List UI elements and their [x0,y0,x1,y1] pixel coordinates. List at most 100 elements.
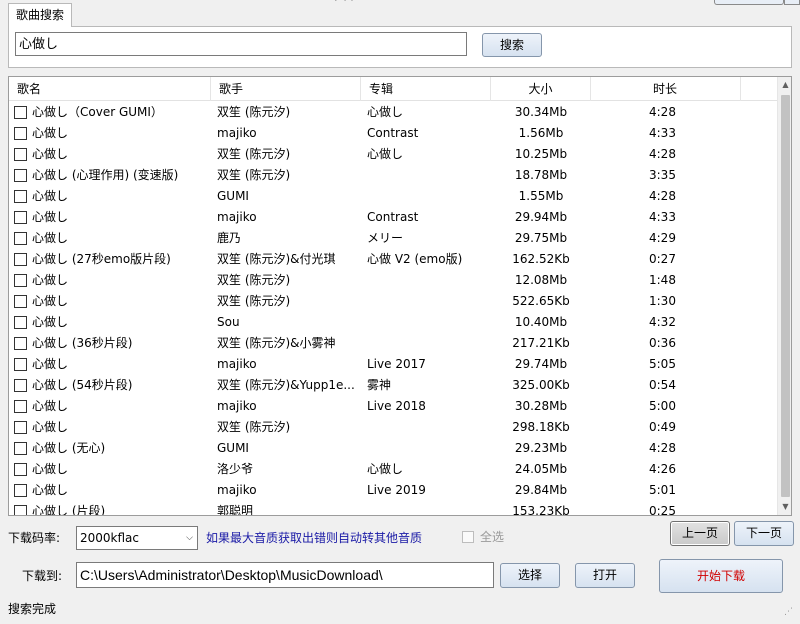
browse-folder-button[interactable]: 选择 [500,563,560,588]
table-row[interactable]: 心做し majiko Contrast 1.56Mb 4:33 [9,123,777,144]
scroll-down-arrow-icon[interactable]: ▼ [778,499,791,515]
column-header-size[interactable]: 大小 [491,77,591,101]
cell-duration: 1:48 [649,273,676,287]
row-checkbox[interactable] [14,127,27,140]
cell-album: Live 2019 [367,483,426,497]
table-row[interactable]: 心做し majiko Live 2017 29.74Mb 5:05 [9,354,777,375]
cell-duration: 0:25 [649,504,676,516]
cell-album: 心做し [367,105,404,119]
column-header-title[interactable]: 歌名 [9,77,211,101]
cell-title: 心做し [32,357,69,371]
cell-artist: 双笙 (陈元汐) [217,168,291,182]
row-checkbox[interactable] [14,253,27,266]
download-path-input[interactable]: C:\Users\Administrator\Desktop\MusicDown… [76,562,494,588]
table-row[interactable]: 心做し（Cover GUMI） 双笙 (陈元汐) 心做し 30.34Mb 4:28 [9,102,777,123]
table-row[interactable]: 心做し (54秒片段) 双笙 (陈元汐)&Yupp1e... 雾神 325.00Kb 0… [9,375,777,396]
tab-song-search[interactable]: 歌曲搜索 [8,3,72,27]
cell-album: メリー [367,231,404,245]
cell-size: 217.21Kb [512,336,570,350]
cell-title: 心做し [32,231,69,245]
table-row[interactable]: 心做し 双笙 (陈元汐) 心做し 10.25Mb 4:28 [9,144,777,165]
window-minimize-button-fragment[interactable] [714,0,784,5]
row-checkbox[interactable] [14,211,27,224]
bitrate-select[interactable]: 2000kflac ⌵ [76,526,198,550]
row-checkbox[interactable] [14,379,27,392]
row-checkbox[interactable] [14,337,27,350]
table-row[interactable]: 心做し (心理作用) (变速版) 双笙 (陈元汐) 18.78Mb 3:35 [9,165,777,186]
resize-grip-icon[interactable]: ⋰ [784,606,796,618]
table-row[interactable]: 心做し (36秒片段) 双笙 (陈元汐)&小雾神 217.21Kb 0:36 [9,333,777,354]
search-button[interactable]: 搜索 [482,33,542,57]
cell-artist: majiko [217,399,257,413]
cell-artist: majiko [217,483,257,497]
table-row[interactable]: 心做し Sou 10.40Mb 4:32 [9,312,777,333]
cell-album [367,312,491,333]
row-checkbox[interactable] [14,106,27,119]
row-checkbox[interactable] [14,400,27,413]
cell-album [367,270,491,291]
table-row[interactable]: 心做し (无心) GUMI 29.23Mb 4:28 [9,438,777,459]
cell-size: 1.56Mb [518,126,564,140]
table-row[interactable]: 心做し (片段) 郭聪明 153.23Kb 0:25 [9,501,777,516]
cell-duration: 0:27 [649,252,676,266]
cell-title: 心做し [32,273,69,287]
row-checkbox[interactable] [14,295,27,308]
cell-size: 29.84Mb [514,483,568,497]
results-list[interactable]: 歌名 歌手 专辑 大小 时长 心做し（Cover GUMI） 双笙 (陈元汐) 心做… [8,76,792,516]
table-row[interactable]: 心做し 双笙 (陈元汐) 298.18Kb 0:49 [9,417,777,438]
cell-artist: 双笙 (陈元汐)&Yupp1e... [217,378,355,392]
row-checkbox[interactable] [14,148,27,161]
vertical-scrollbar[interactable]: ▲ ▼ [777,77,791,515]
column-header-album[interactable]: 专辑 [361,77,491,101]
table-row[interactable]: 心做し 洛少爷 心做し 24.05Mb 4:26 [9,459,777,480]
cell-artist: 双笙 (陈元汐) [217,273,291,287]
row-checkbox[interactable] [14,316,27,329]
scrollbar-thumb[interactable] [781,95,790,497]
row-checkbox[interactable] [14,421,27,434]
select-all-label: 全选 [480,530,505,544]
cell-duration: 4:28 [649,189,676,203]
row-checkbox[interactable] [14,463,27,476]
next-page-button[interactable]: 下一页 [734,521,794,546]
table-row[interactable]: 心做し 鹿乃 メリー 29.75Mb 4:29 [9,228,777,249]
row-checkbox[interactable] [14,190,27,203]
cell-size: 24.05Mb [514,462,568,476]
prev-page-button[interactable]: 上一页 [670,521,730,546]
scroll-up-arrow-icon[interactable]: ▲ [778,77,791,93]
cell-size: 29.74Mb [514,357,568,371]
table-row[interactable]: 心做し majiko Live 2019 29.84Mb 5:01 [9,480,777,501]
cell-size: 298.18Kb [512,420,570,434]
row-checkbox[interactable] [14,232,27,245]
table-row[interactable]: 心做し majiko Contrast 29.94Mb 4:33 [9,207,777,228]
select-all-checkbox[interactable] [462,531,474,543]
cell-size: 10.25Mb [514,147,568,161]
open-folder-button[interactable]: 打开 [575,563,635,588]
table-row[interactable]: 心做し majiko Live 2018 30.28Mb 5:00 [9,396,777,417]
row-checkbox[interactable] [14,442,27,455]
column-header-duration[interactable]: 时长 [591,77,741,101]
table-row[interactable]: 心做し 双笙 (陈元汐) 12.08Mb 1:48 [9,270,777,291]
row-checkbox[interactable] [14,169,27,182]
table-row[interactable]: 心做し (27秒emo版片段) 双笙 (陈元汐)&付光琪 心做 V2 (emo版) 1… [9,249,777,270]
cell-duration: 4:33 [649,126,676,140]
cell-album: Live 2017 [367,357,426,371]
row-checkbox[interactable] [14,484,27,497]
column-header-artist[interactable]: 歌手 [211,77,361,101]
cell-size: 12.08Mb [514,273,568,287]
cell-artist: majiko [217,126,257,140]
row-checkbox[interactable] [14,358,27,371]
cell-size: 30.28Mb [514,399,568,413]
cell-album [367,291,491,312]
window-close-button-fragment[interactable] [784,0,800,5]
cell-title: 心做し (27秒emo版片段) [32,252,171,266]
start-download-button[interactable]: 开始下载 [659,559,783,593]
cell-size: 522.65Kb [512,294,570,308]
fallback-quality-hint: 如果最大音质获取出错则自动转其他音质 [206,531,423,545]
table-row[interactable]: 心做し 双笙 (陈元汐) 522.65Kb 1:30 [9,291,777,312]
search-input[interactable]: 心做し [15,32,467,56]
cell-title: 心做し [32,483,69,497]
row-checkbox[interactable] [14,274,27,287]
row-checkbox[interactable] [14,505,27,515]
table-row[interactable]: 心做し GUMI 1.55Mb 4:28 [9,186,777,207]
cell-artist: 双笙 (陈元汐)&付光琪 [217,252,336,266]
